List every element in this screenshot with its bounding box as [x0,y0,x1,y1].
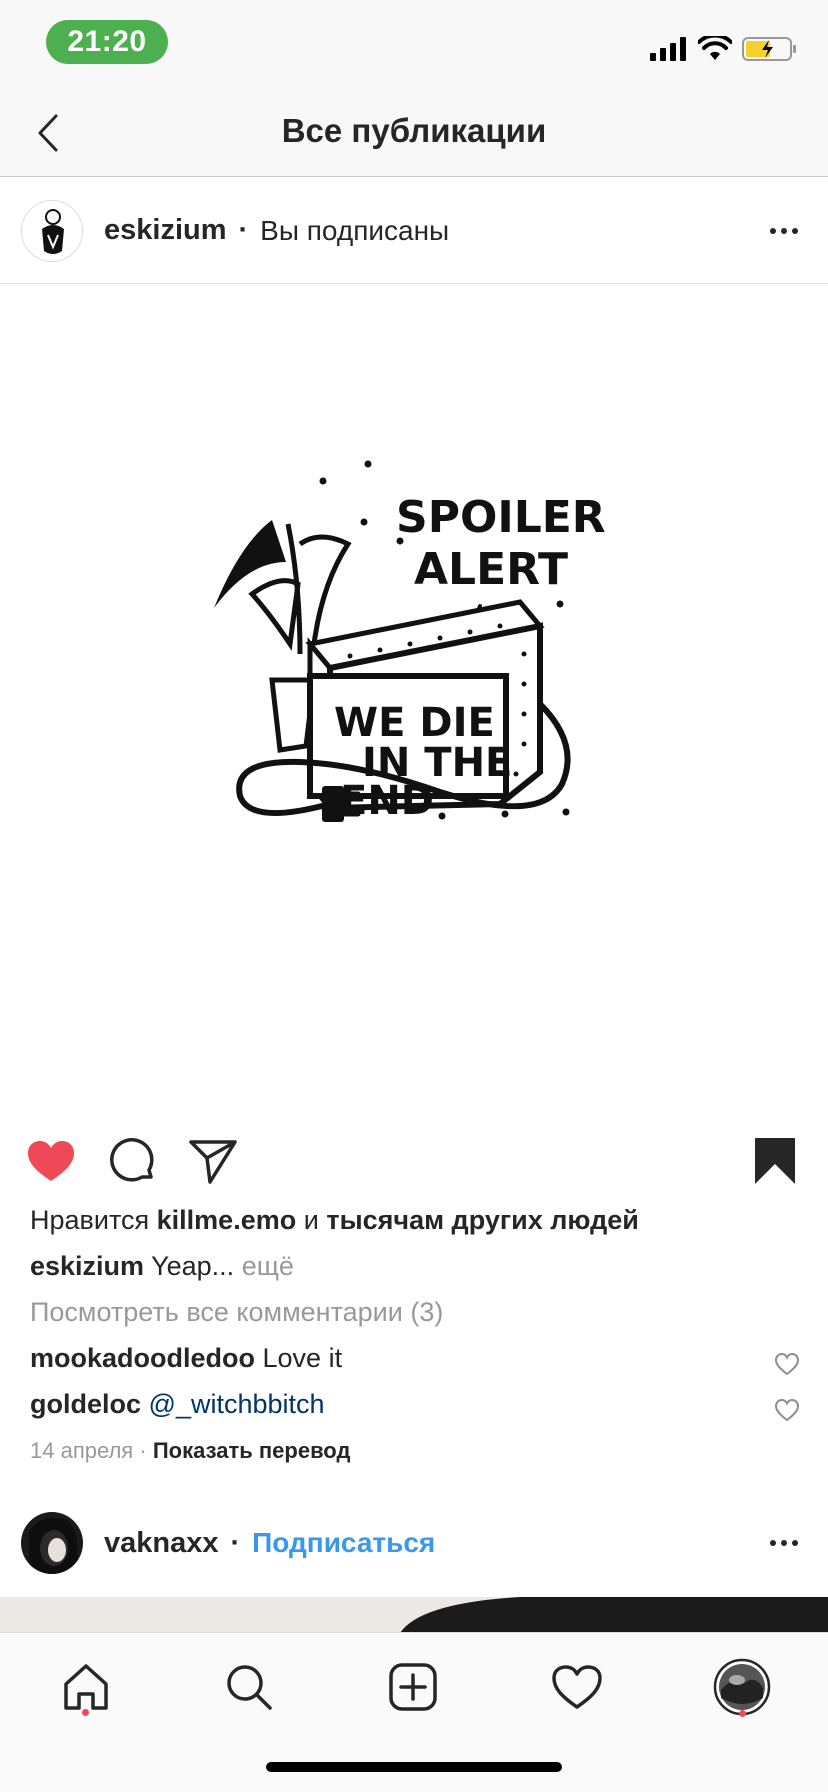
battery-charging-icon [742,37,796,61]
post-username[interactable]: eskizium [104,214,227,247]
comment-text: Love it [262,1343,343,1373]
share-button[interactable] [186,1136,240,1186]
more-options-button[interactable] [762,214,806,248]
tab-search[interactable] [217,1655,281,1719]
next-post-header: vaknaxx · Подписаться [0,1490,828,1596]
status-time: 21:20 [46,20,168,64]
caption-text: Yeap... [151,1251,235,1281]
illustration-text-1: SPOILER [396,492,606,543]
comment-username[interactable]: mookadoodledoo [30,1343,255,1373]
bookmark-filled-icon [755,1138,795,1184]
caption-username[interactable]: eskizium [30,1251,144,1281]
home-indicator[interactable] [266,1762,562,1772]
wifi-icon [698,36,732,60]
post-header: eskizium · Вы подписаны [0,178,828,284]
status-bar: 21:20 [0,0,828,90]
next-post-username[interactable]: vaknaxx [104,1527,219,1560]
illustration-text-2: ALERT [414,544,568,595]
send-icon [189,1140,237,1184]
comment-button[interactable] [106,1136,160,1186]
new-post-icon [389,1663,437,1711]
activity-heart-icon [552,1665,602,1709]
search-icon [227,1665,272,1710]
page-title: Все публикации [281,112,547,149]
post-date: 14 апреля [30,1438,134,1463]
post-image[interactable]: SPOILER ALERT WE DIE IN THE END [0,284,828,1110]
profile-notification-dot [739,1710,746,1717]
separator-dot: · [238,214,249,246]
likes-user[interactable]: killme.emo [157,1205,297,1235]
comment-like-heart-icon[interactable] [774,1398,800,1422]
caption: eskizium Yeap... ещё [30,1251,294,1282]
more-options-button[interactable] [762,1526,806,1560]
comment-mention[interactable]: @_witchbbitch [149,1389,325,1419]
post-meta: 14 апреля · Показать перевод [30,1438,350,1464]
avatar[interactable] [21,1512,83,1574]
next-post-image-preview[interactable] [0,1597,828,1633]
follow-button[interactable]: Подписаться [252,1527,435,1559]
tab-new-post[interactable] [381,1655,445,1719]
show-translation-link[interactable]: Показать перевод [153,1438,351,1463]
view-all-comments-link[interactable]: Посмотреть все комментарии (3) [30,1297,443,1328]
avatar-illustration [22,200,82,261]
likes-rest[interactable]: тысячам других людей [326,1205,638,1235]
next-post-image [0,1597,828,1633]
profile-avatar [713,1658,771,1716]
likes-summary[interactable]: Нравится killme.emo и тысячам других люд… [30,1205,639,1236]
caption-more-link[interactable]: ещё [242,1251,294,1281]
nav-bar: Все публикации [0,90,828,177]
likes-conj: и [303,1205,319,1235]
follow-state: Вы подписаны [260,214,450,246]
comment-row: goldeloc @_witchbbitch [30,1389,770,1420]
comment-like-heart-icon[interactable] [774,1352,800,1376]
signal-icon [650,37,686,61]
separator-dot: · [230,1526,241,1559]
meta-separator: · [139,1438,153,1463]
home-icon [64,1664,108,1710]
comment-username[interactable]: goldeloc [30,1389,141,1419]
status-icons [650,34,798,64]
home-notification-dot [82,1709,89,1716]
post-actions [0,1118,828,1198]
avatar-photo [21,1512,83,1574]
like-button[interactable] [24,1136,78,1186]
spoiler-alert-illustration: SPOILER ALERT WE DIE IN THE END [214,460,606,824]
heart-filled-icon [28,1141,74,1181]
comment-icon [110,1138,154,1182]
tab-activity[interactable] [545,1655,609,1719]
save-button[interactable] [748,1136,802,1186]
avatar[interactable] [21,199,83,262]
comment-row: mookadoodledoo Love it [30,1343,770,1374]
likes-prefix: Нравится [30,1205,150,1235]
